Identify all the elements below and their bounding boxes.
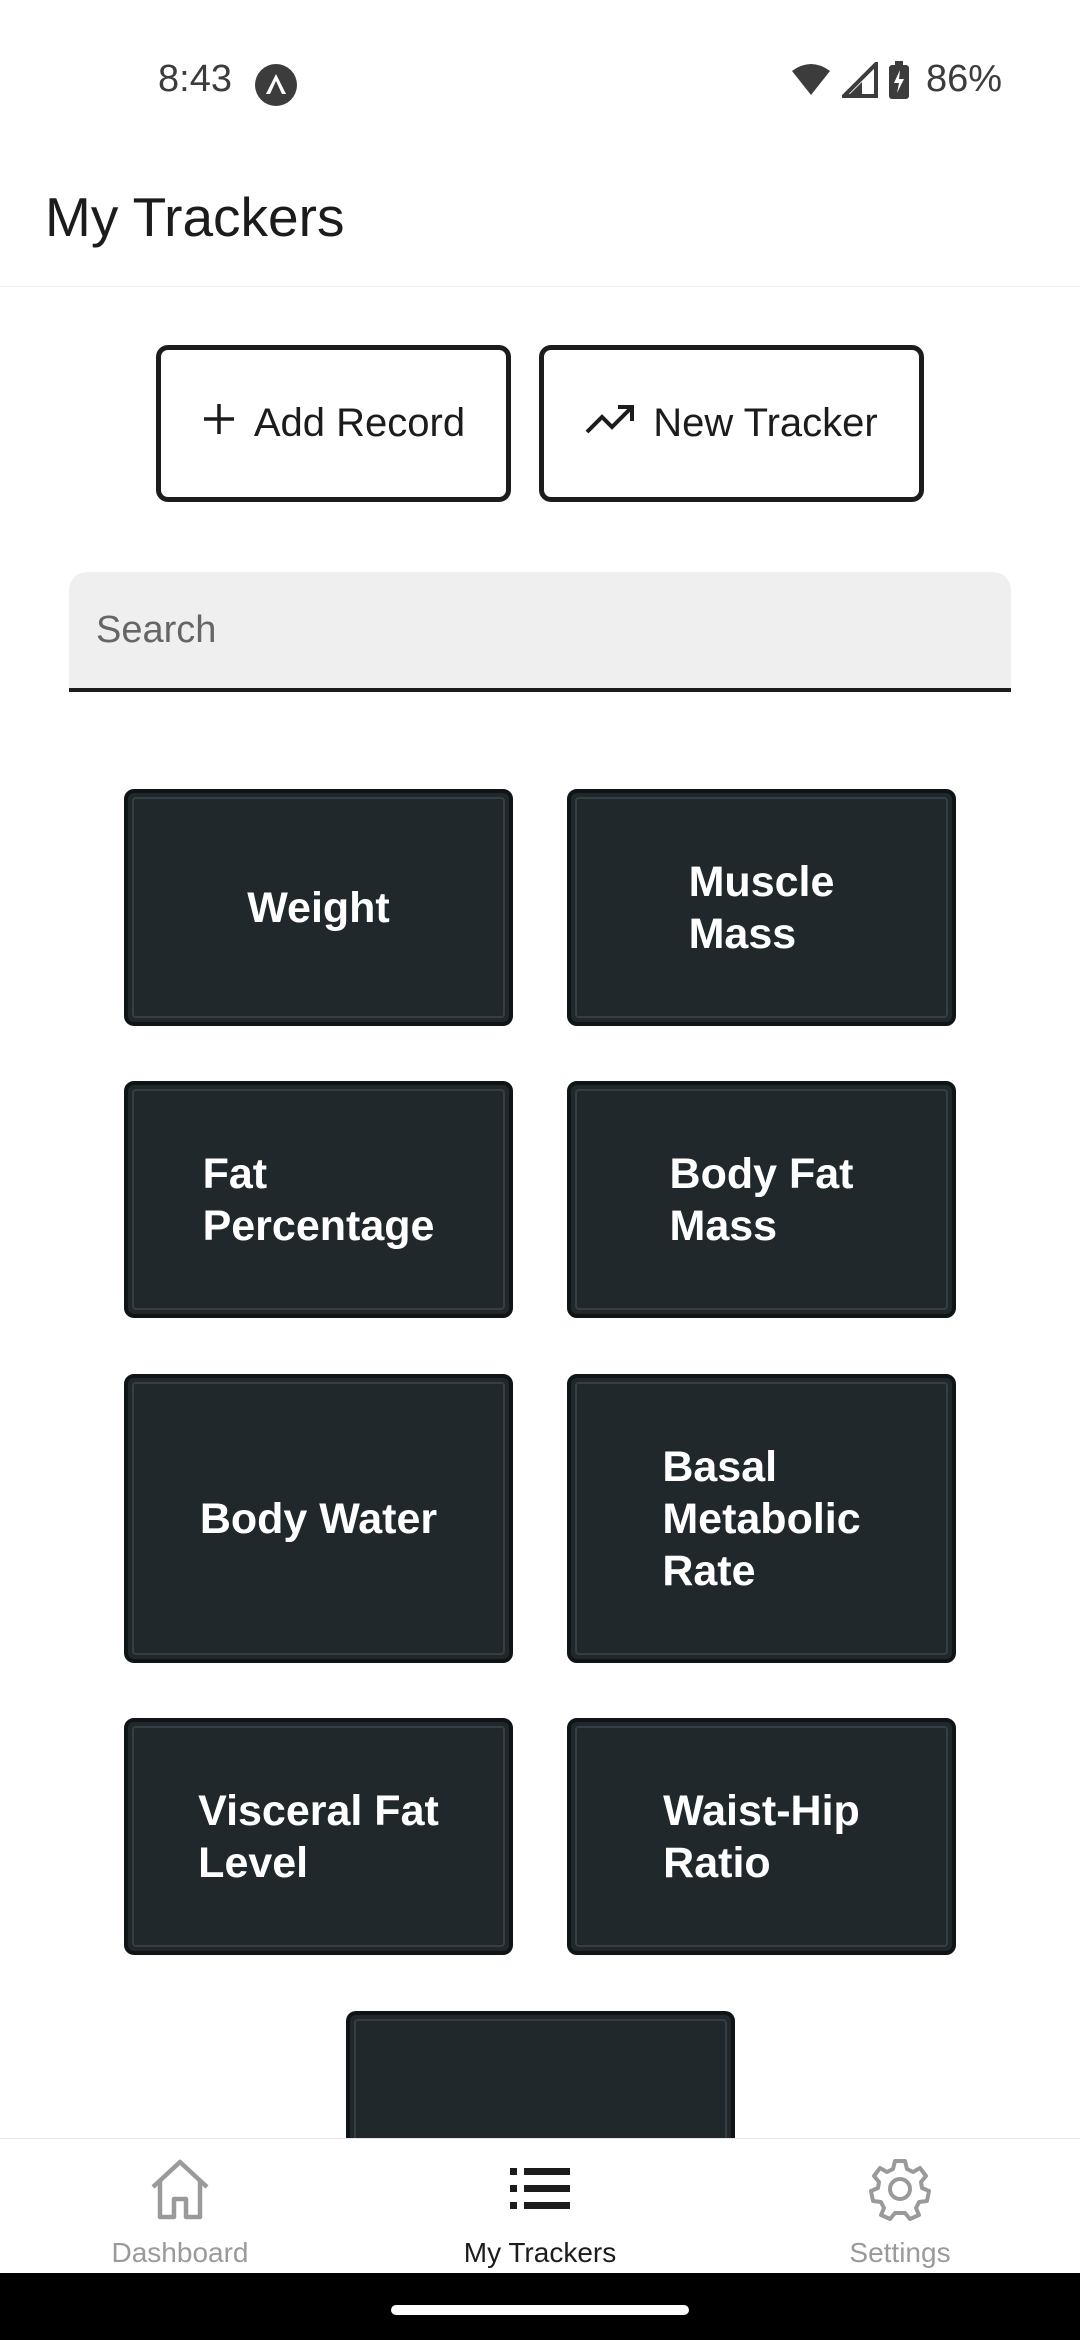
battery-icon bbox=[888, 60, 910, 99]
signal-icon bbox=[841, 61, 878, 98]
status-bar: 8:43 86% bbox=[0, 0, 1080, 165]
tracker-tile-body-water[interactable]: Body Water bbox=[124, 1374, 513, 1663]
battery-percentage: 86% bbox=[925, 58, 1002, 100]
tracker-tile-muscle-mass[interactable]: Muscle Mass bbox=[567, 789, 956, 1026]
tracker-label: Waist-Hip Ratio bbox=[663, 1786, 860, 1887]
nav-item-settings[interactable]: Settings bbox=[720, 2139, 1080, 2274]
tracker-label: Muscle Mass bbox=[688, 857, 835, 958]
page-header: My Trackers bbox=[0, 165, 1080, 287]
tracker-label: Basal Metabolic Rate bbox=[662, 1442, 861, 1595]
plus-icon bbox=[202, 401, 236, 446]
add-record-button[interactable]: Add Record bbox=[156, 345, 511, 502]
status-indicators: 86% bbox=[790, 58, 1002, 101]
tracker-label: Visceral Fat Level bbox=[198, 1786, 439, 1887]
nav-label-settings: Settings bbox=[849, 2237, 951, 2268]
tracker-tile-body-fat-mass[interactable]: Body Fat Mass bbox=[567, 1081, 956, 1318]
nav-label-dashboard: Dashboard bbox=[111, 2237, 249, 2268]
tracker-tile-weight[interactable]: Weight bbox=[124, 789, 513, 1026]
tracker-label: Body Fat Mass bbox=[669, 1149, 854, 1250]
list-icon bbox=[510, 2155, 570, 2223]
nav-item-dashboard[interactable]: Dashboard bbox=[0, 2139, 360, 2274]
tracker-tile-visceral-fat-level[interactable]: Visceral Fat Level bbox=[124, 1718, 513, 1955]
search-input[interactable] bbox=[69, 572, 1011, 688]
search-field[interactable] bbox=[69, 572, 1011, 692]
home-gesture-handle[interactable] bbox=[391, 2305, 689, 2315]
gear-icon bbox=[868, 2155, 932, 2223]
nav-label-my-trackers: My Trackers bbox=[463, 2237, 617, 2268]
status-time: 8:43 bbox=[158, 58, 232, 100]
wifi-icon bbox=[790, 63, 832, 97]
tracker-label: Body Water bbox=[199, 1494, 438, 1543]
bottom-navigation: Dashboard My Trackers Settings bbox=[0, 2138, 1080, 2273]
new-tracker-label: New Tracker bbox=[653, 401, 878, 445]
notification-icon bbox=[255, 64, 297, 106]
trending-up-icon bbox=[585, 401, 635, 446]
tracker-label: Fat Percentage bbox=[202, 1149, 435, 1250]
nav-item-my-trackers[interactable]: My Trackers bbox=[360, 2139, 720, 2274]
add-record-label: Add Record bbox=[253, 401, 466, 445]
tracker-tile-fat-percentage[interactable]: Fat Percentage bbox=[124, 1081, 513, 1318]
tracker-tile-partial[interactable] bbox=[346, 2011, 735, 2154]
tracker-label: Weight bbox=[247, 883, 390, 932]
home-icon bbox=[147, 2155, 213, 2223]
tracker-tile-basal-metabolic-rate[interactable]: Basal Metabolic Rate bbox=[567, 1374, 956, 1663]
tracker-tile-waist-hip-ratio[interactable]: Waist-Hip Ratio bbox=[567, 1718, 956, 1955]
new-tracker-button[interactable]: New Tracker bbox=[539, 345, 924, 502]
page-title: My Trackers bbox=[45, 186, 345, 248]
system-gesture-area bbox=[0, 2273, 1080, 2340]
